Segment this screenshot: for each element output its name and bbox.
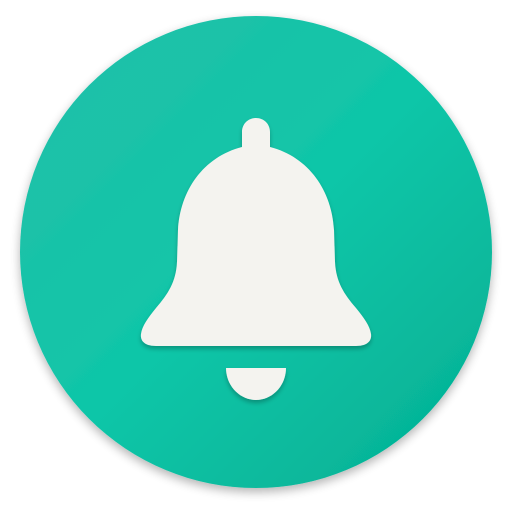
app-icon[interactable] [0, 0, 512, 512]
notification-app-icon-graphic [20, 16, 492, 488]
